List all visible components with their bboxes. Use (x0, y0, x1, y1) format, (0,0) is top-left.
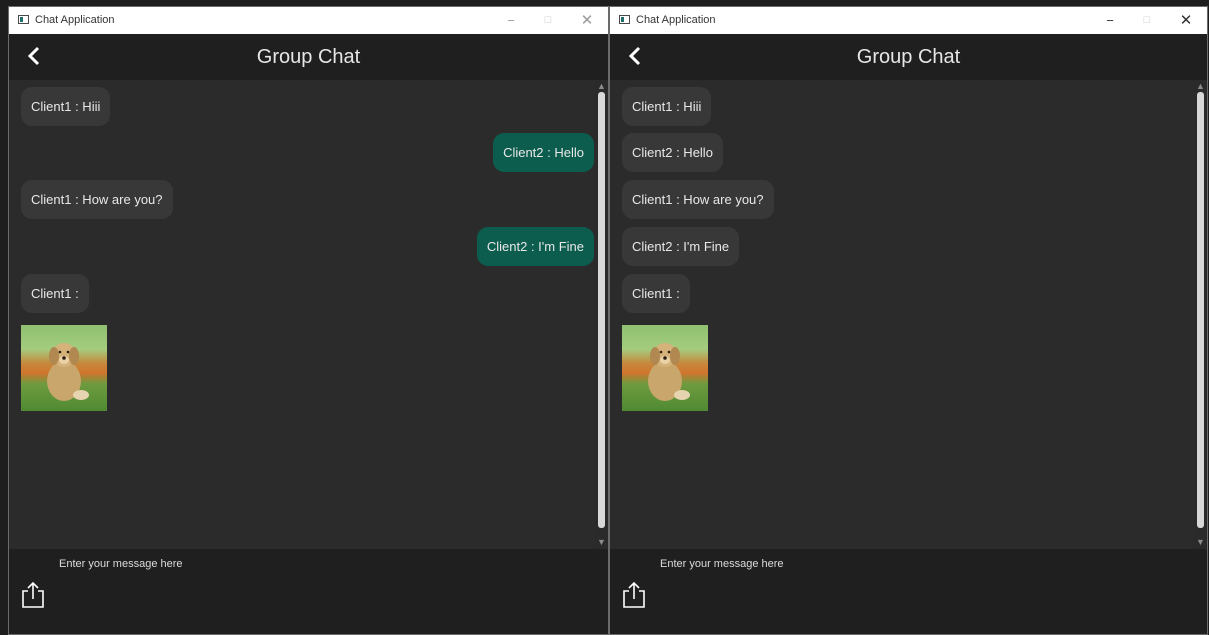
scroll-up-arrow[interactable]: ▲ (1195, 81, 1206, 92)
window-title: Chat Application (636, 14, 716, 26)
scrollbar-thumb[interactable] (1197, 92, 1204, 528)
scroll-down-arrow[interactable]: ▼ (1195, 537, 1206, 548)
message-bubble: Client1 : Hiii (622, 87, 712, 126)
share-upload-icon[interactable] (21, 581, 45, 609)
puppy-image[interactable] (21, 325, 107, 411)
message-list: Client1 : Hiii Client2 : Hello Client1 :… (610, 80, 1194, 549)
maximize-button[interactable]: □ (533, 10, 563, 31)
close-button[interactable]: ✕ (572, 10, 602, 31)
window-title: Chat Application (35, 14, 115, 26)
scroll-up-arrow[interactable]: ▲ (596, 81, 607, 92)
message-bubble: Client1 : How are you? (622, 180, 774, 219)
page-title: Group Chat (256, 46, 361, 68)
app-icon (619, 15, 630, 24)
message-bubble: Client2 : Hello (622, 133, 723, 172)
message-bubble: Client1 : (21, 274, 89, 313)
message-bubble: Client2 : I'm Fine (622, 227, 740, 266)
composer (610, 549, 1207, 634)
message-bubble: Client1 : How are you? (21, 180, 173, 219)
title-bar: Chat Application − □ ✕ (610, 7, 1207, 34)
maximize-button[interactable]: □ (1132, 10, 1162, 31)
title-bar: Chat Application − □ ✕ (9, 7, 608, 34)
message-input[interactable] (53, 551, 585, 577)
chat-header: Group Chat (610, 34, 1207, 80)
close-button[interactable]: ✕ (1171, 10, 1201, 31)
minimize-button[interactable]: − (496, 10, 526, 31)
puppy-image[interactable] (622, 325, 708, 411)
message-input[interactable] (654, 551, 1186, 577)
app-icon (18, 15, 29, 24)
message-bubble: Client1 : Hiii (21, 87, 111, 126)
chat-window-client1: Chat Application − □ ✕ Group Chat Client… (609, 6, 1208, 635)
message-bubble: Client1 : (622, 274, 690, 313)
scroll-down-arrow[interactable]: ▼ (596, 537, 607, 548)
chat-window-client2: Chat Application − □ ✕ Group Chat Client… (8, 6, 609, 635)
message-bubble: Client2 : Hello (493, 133, 594, 172)
page-title: Group Chat (856, 46, 961, 68)
vertical-scrollbar[interactable]: ▲ ▼ (1194, 80, 1207, 549)
message-list: Client1 : Hiii Client2 : Hello Client1 :… (9, 80, 595, 549)
vertical-scrollbar[interactable]: ▲ ▼ (595, 80, 608, 549)
scrollbar-thumb[interactable] (598, 92, 605, 528)
chat-header: Group Chat (9, 34, 608, 80)
minimize-button[interactable]: − (1095, 10, 1125, 31)
message-bubble: Client2 : I'm Fine (476, 227, 594, 266)
composer (9, 549, 608, 634)
share-upload-icon[interactable] (622, 581, 646, 609)
